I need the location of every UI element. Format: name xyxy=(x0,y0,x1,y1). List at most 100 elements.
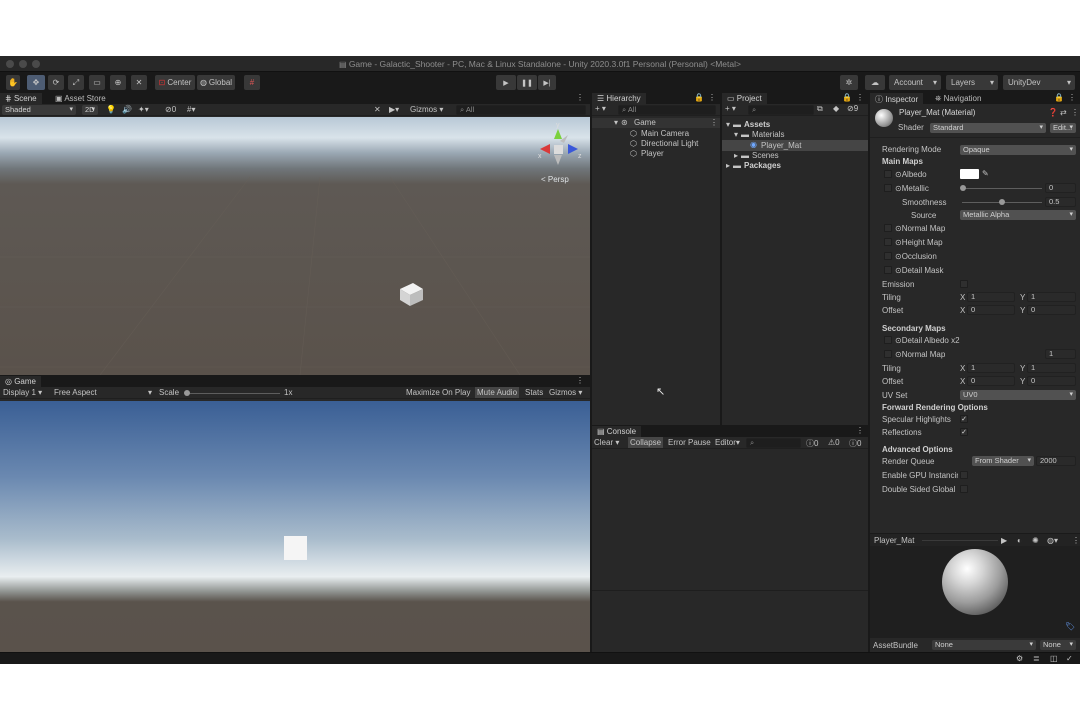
lock-icon[interactable]: 🔒 xyxy=(1054,93,1064,102)
hierarchy-item-player[interactable]: ⬡ Player xyxy=(592,149,720,159)
audio-icon[interactable]: 🔊 xyxy=(122,105,132,114)
preview-background-icon[interactable]: ◍▾ xyxy=(1047,536,1058,545)
layout-dropdown[interactable]: UnityDev ▾ xyxy=(1003,75,1075,90)
gizmos-dropdown[interactable]: Gizmos ▾ xyxy=(410,105,443,114)
detail-mask-texture-slot[interactable] xyxy=(884,266,892,274)
step-button[interactable]: ▶| xyxy=(538,75,556,90)
scale-slider-knob[interactable] xyxy=(184,390,190,396)
object-picker-icon[interactable]: ⊙ xyxy=(895,170,902,179)
account-dropdown[interactable]: Account ▾ xyxy=(889,75,941,90)
uv-set-dropdown[interactable]: UV0 xyxy=(960,390,1076,400)
secondary-normal-texture-slot[interactable] xyxy=(884,350,892,358)
offset-x-field[interactable]: 0 xyxy=(967,305,1015,315)
more-menu-icon[interactable]: ⋮ xyxy=(576,376,584,385)
hierarchy-search-input[interactable]: ⌕ All xyxy=(618,105,716,115)
asset-bundle-dropdown[interactable]: None xyxy=(932,640,1036,650)
secondary-normal-scale-field[interactable]: 1 xyxy=(1045,349,1076,359)
object-picker-icon[interactable]: ⊙ xyxy=(895,266,902,275)
project-item-materials[interactable]: ▾ ▬ Materials xyxy=(722,130,868,140)
toggle-2d-button[interactable]: 2D xyxy=(82,105,98,115)
project-search-input[interactable]: ⌕ xyxy=(748,105,814,115)
display-dropdown[interactable]: Display 1 ▾ xyxy=(3,388,42,397)
expand-arrow-icon[interactable]: ▸ xyxy=(734,151,738,160)
transform-tool-icon[interactable]: ⊕ xyxy=(110,75,126,90)
detail-albedo-texture-slot[interactable] xyxy=(884,336,892,344)
preview-header[interactable]: Player_Mat ▶ ◐ ✺ ◍▾ ⋮ xyxy=(870,533,1080,546)
gpu-instancing-checkbox[interactable] xyxy=(960,471,968,479)
object-picker-icon[interactable]: ⊙ xyxy=(895,238,902,247)
tab-game[interactable]: ◎ Game xyxy=(0,376,41,387)
tab-asset-store[interactable]: ▣ Asset Store xyxy=(50,93,111,104)
project-item-assets[interactable]: ▾ ▬ Assets xyxy=(722,120,868,130)
more-menu-icon[interactable]: ⋮ xyxy=(1068,93,1076,102)
player-cube[interactable] xyxy=(396,281,426,307)
render-queue-dropdown[interactable]: From Shader xyxy=(972,456,1034,466)
more-menu-icon[interactable]: ⋮ xyxy=(576,93,584,102)
grid-icon[interactable]: #▾ xyxy=(187,105,195,114)
object-picker-icon[interactable]: ⊙ xyxy=(895,252,902,261)
tools-icon[interactable]: ✕ xyxy=(374,105,381,114)
normal-map-texture-slot[interactable] xyxy=(884,224,892,232)
metallic-slider[interactable] xyxy=(960,185,1042,191)
tab-console[interactable]: ▤ Console xyxy=(592,426,642,437)
hierarchy-item-main-camera[interactable]: ⬡ Main Camera xyxy=(592,129,720,139)
smoothness-slider-knob[interactable] xyxy=(999,199,1005,205)
secondary-offset-x-field[interactable]: 0 xyxy=(967,376,1015,386)
metallic-texture-slot[interactable] xyxy=(884,184,892,192)
play-button[interactable]: ▶ xyxy=(496,75,516,90)
more-menu-icon[interactable]: ⋮ xyxy=(708,93,716,102)
rotate-tool-icon[interactable]: ⟳ xyxy=(48,75,64,90)
more-menu-icon[interactable]: ⋮ xyxy=(1072,536,1080,545)
double-sided-gi-checkbox[interactable] xyxy=(960,485,968,493)
error-filter-toggle[interactable]: ⓘ0 xyxy=(849,438,861,449)
preview-shape-icon[interactable]: ◐ xyxy=(1017,536,1022,545)
expand-arrow-icon[interactable]: ▸ xyxy=(726,161,730,170)
preset-icon[interactable]: ⇄ xyxy=(1060,108,1067,117)
tiling-x-field[interactable]: 1 xyxy=(967,292,1015,302)
height-map-texture-slot[interactable] xyxy=(884,238,892,246)
lock-icon[interactable]: 🔒 xyxy=(842,93,852,102)
progress-icon[interactable]: ◫ xyxy=(1050,654,1058,663)
hierarchy-scene-row[interactable]: ▾ ⊛ Game ⋮ xyxy=(592,118,720,128)
more-menu-icon[interactable]: ⋮ xyxy=(856,426,864,435)
hidden-packages-icon[interactable]: ⊘9 xyxy=(847,104,858,113)
snap-grid-icon[interactable]: # xyxy=(244,75,260,90)
play-preview-icon[interactable]: ▶ xyxy=(1001,536,1007,545)
hand-tool-icon[interactable]: ✋ xyxy=(6,75,20,90)
expand-arrow-icon[interactable]: ▾ xyxy=(734,130,738,139)
metallic-slider-knob[interactable] xyxy=(960,185,966,191)
rect-tool-icon[interactable]: ▭ xyxy=(89,75,105,90)
scale-tool-icon[interactable]: ⤢ xyxy=(68,75,84,90)
occlusion-texture-slot[interactable] xyxy=(884,252,892,260)
collapse-toggle[interactable]: Collapse xyxy=(628,437,664,448)
more-menu-icon[interactable]: ⋮ xyxy=(1071,108,1079,117)
help-icon[interactable]: ❓ xyxy=(1048,108,1058,117)
tiling-y-field[interactable]: 1 xyxy=(1027,292,1076,302)
pivot-global-button[interactable]: ◍ Global xyxy=(197,75,235,90)
tab-inspector[interactable]: ⓘ Inspector xyxy=(870,93,924,104)
aspect-dropdown[interactable]: Free Aspect ▾ xyxy=(54,388,152,397)
perspective-label[interactable]: < Persp xyxy=(541,175,569,184)
secondary-tiling-y-field[interactable]: 1 xyxy=(1027,363,1076,373)
search-by-label-icon[interactable]: ◆ xyxy=(833,104,839,113)
create-dropdown[interactable]: + ▾ xyxy=(595,104,606,113)
hidden-objects-icon[interactable]: ⊘0 xyxy=(165,105,176,114)
custom-tool-icon[interactable]: ✕ xyxy=(131,75,147,90)
metallic-value-field[interactable]: 0 xyxy=(1045,183,1076,193)
pause-button[interactable]: ❚❚ xyxy=(517,75,537,90)
shader-dropdown[interactable]: Standard xyxy=(930,123,1046,133)
game-gizmos-dropdown[interactable]: Gizmos ▾ xyxy=(549,388,582,397)
pivot-center-button[interactable]: ⊡ Center xyxy=(155,75,195,90)
object-picker-icon[interactable]: ⊙ xyxy=(895,224,902,233)
expand-arrow-icon[interactable]: ▾ xyxy=(726,120,730,129)
camera-icon[interactable]: ▶▾ xyxy=(389,105,399,114)
orientation-gizmo[interactable]: y x z xyxy=(534,122,584,169)
secondary-tiling-x-field[interactable]: 1 xyxy=(967,363,1015,373)
source-dropdown[interactable]: Metallic Alpha xyxy=(960,210,1076,220)
tab-scene[interactable]: ⋕ Scene xyxy=(0,93,42,104)
cloud-icon[interactable]: ☁ xyxy=(865,75,885,90)
material-preview[interactable]: 🏷 xyxy=(870,546,1080,638)
secondary-offset-y-field[interactable]: 0 xyxy=(1027,376,1076,386)
smoothness-value-field[interactable]: 0.5 xyxy=(1045,197,1076,207)
shading-mode-dropdown[interactable]: Shaded xyxy=(2,105,76,115)
